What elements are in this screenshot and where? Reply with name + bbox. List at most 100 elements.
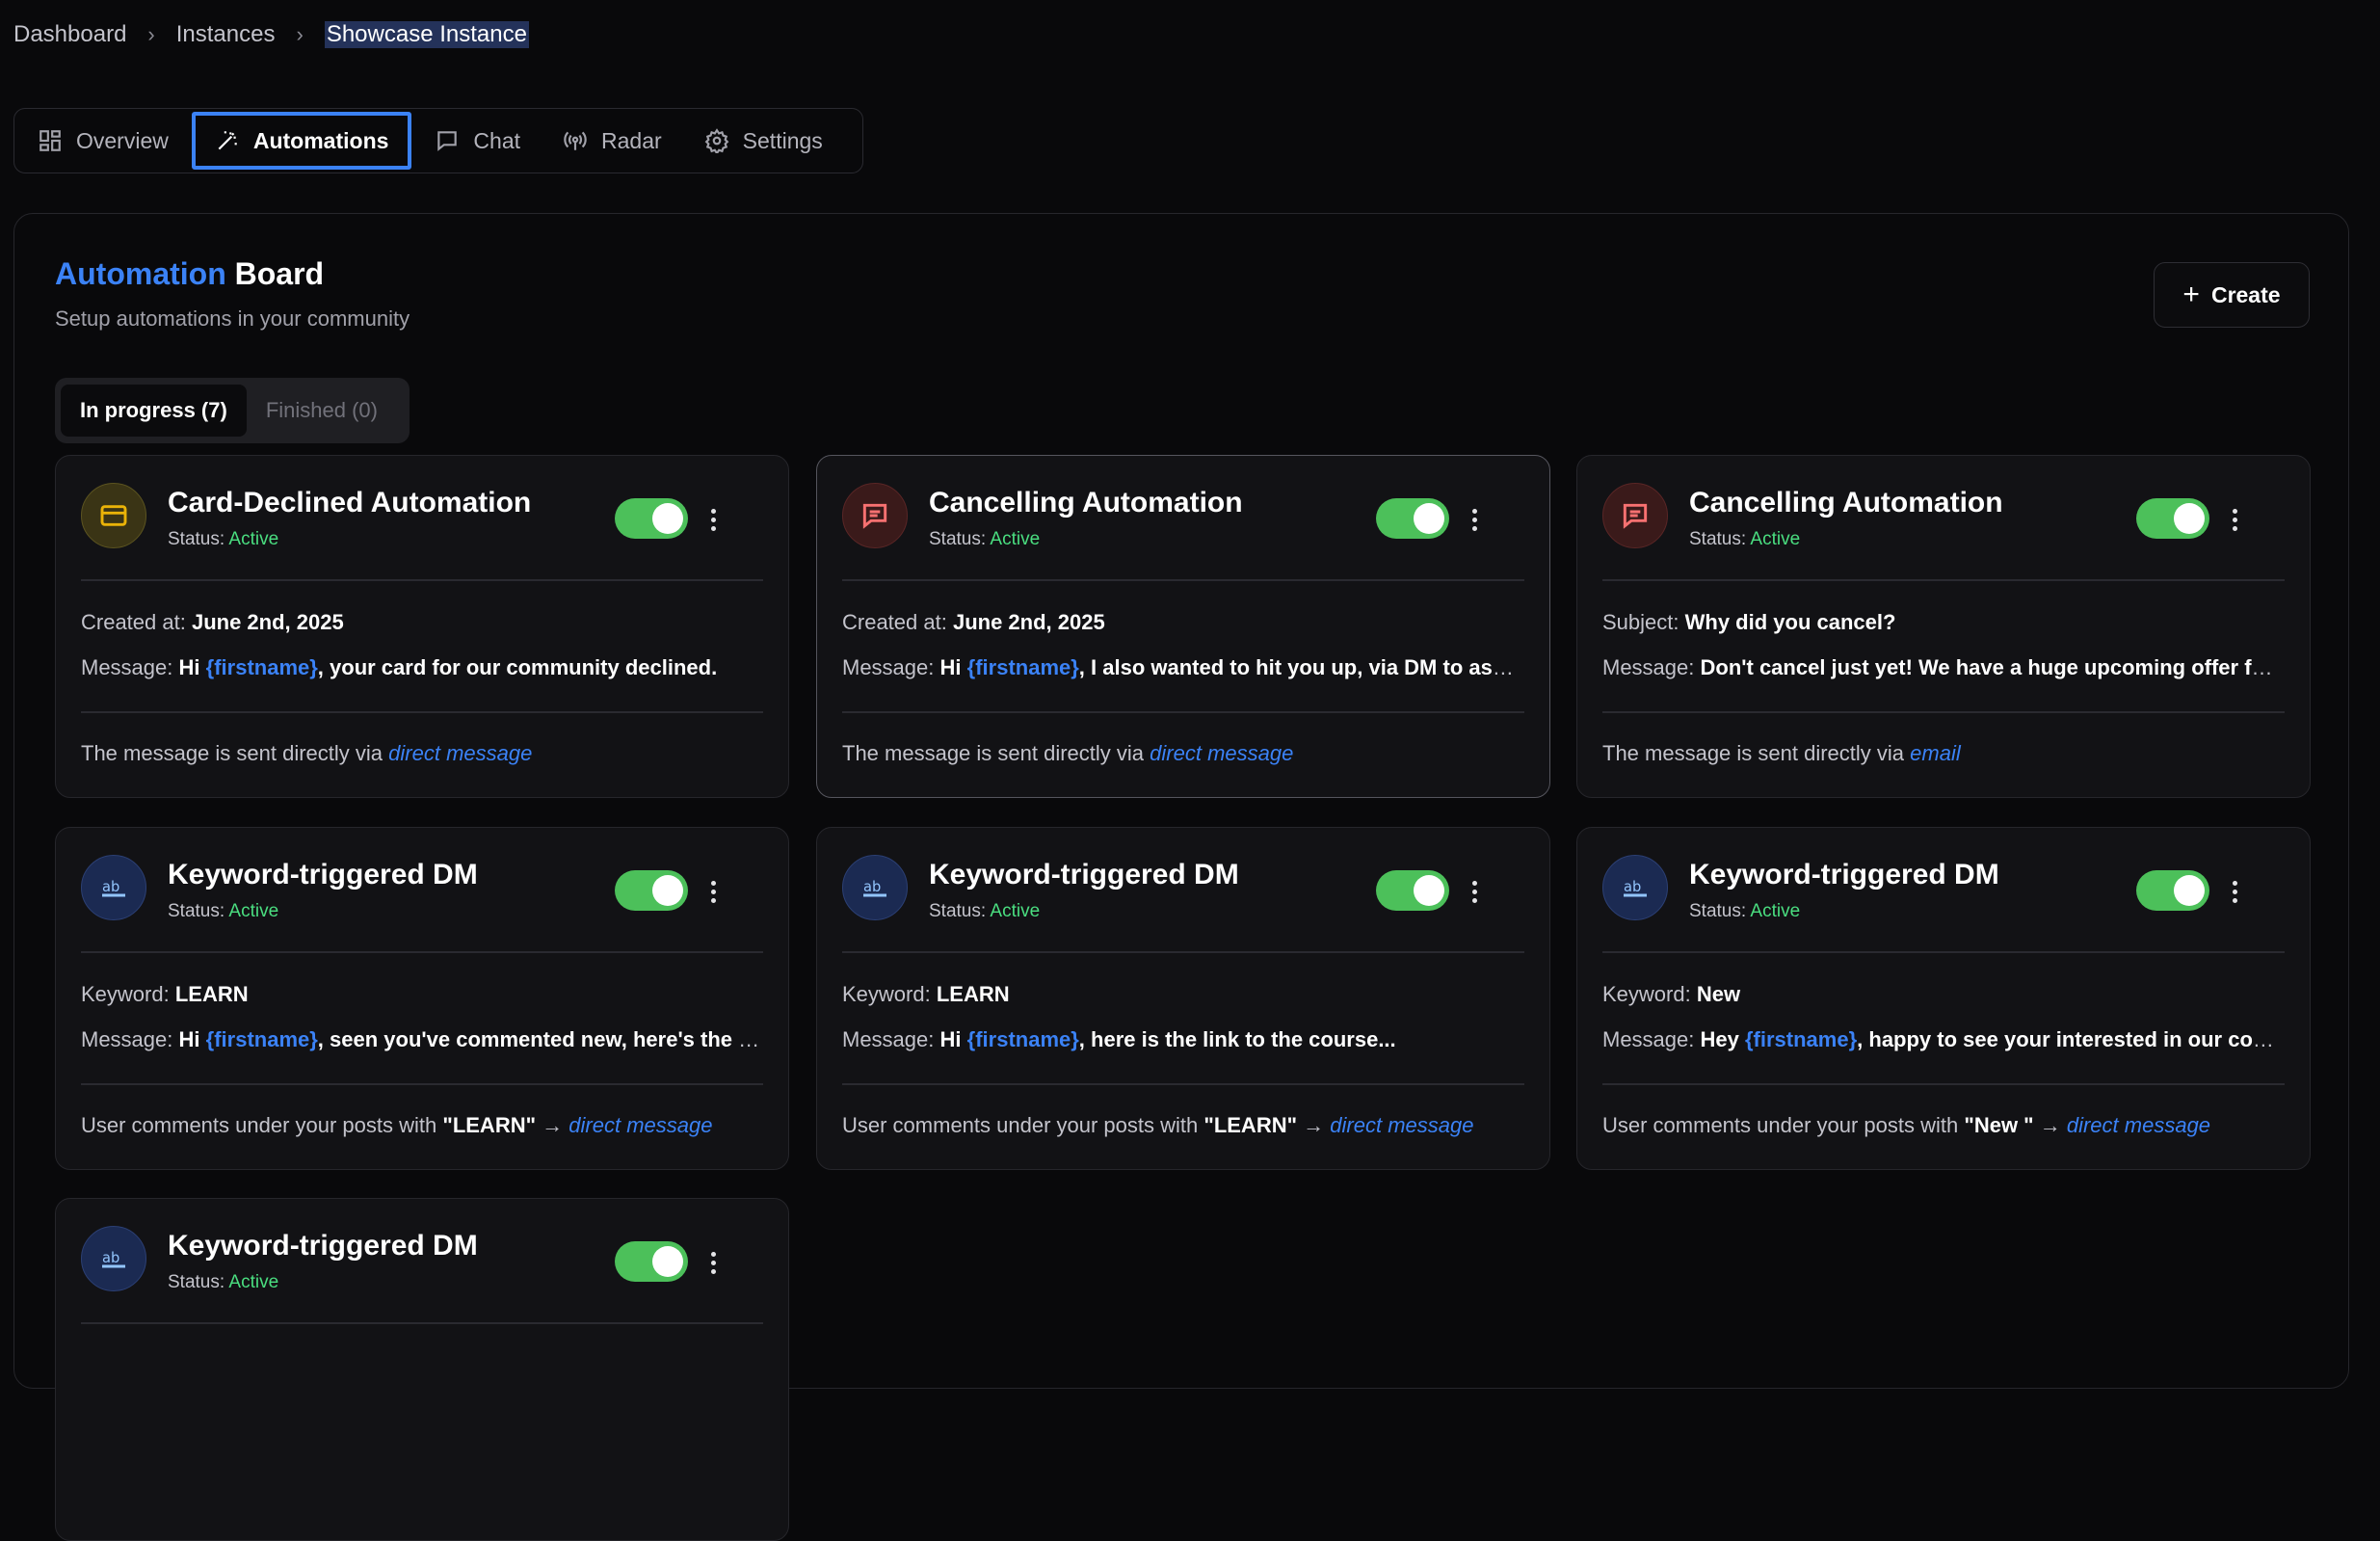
automation-card[interactable]: Cancelling Automation Status: Active Sub…	[1576, 455, 2311, 798]
tab-overview[interactable]: Overview	[18, 112, 188, 170]
more-vertical-icon[interactable]	[703, 872, 723, 911]
svg-text:ab: ab	[1624, 879, 1641, 895]
card-detail-row: Keyword: LEARN	[81, 982, 249, 1006]
page-subtitle: Setup automations in your community	[55, 306, 410, 331]
more-vertical-icon[interactable]	[703, 500, 723, 539]
more-vertical-icon[interactable]	[2225, 500, 2244, 539]
card-message-row: Message: Hi {firstname}, your card for o…	[81, 655, 718, 679]
card-status: Status: Active	[929, 901, 1041, 921]
automation-card[interactable]: Cancelling Automation Status: Active Cre…	[816, 455, 1550, 798]
card-footer: User comments under your posts with "LEA…	[81, 1113, 713, 1137]
delivery-channel: direct message	[1150, 741, 1294, 765]
card-message-row: Message: Hey {firstname}, happy to see y…	[1602, 1027, 2285, 1051]
message-square-icon	[1602, 483, 1668, 548]
card-detail-row: Created at: June 2nd, 2025	[81, 610, 344, 634]
active-toggle[interactable]	[1376, 870, 1449, 911]
card-title: Card-Declined Automation	[168, 487, 532, 518]
card-footer: User comments under your posts with "LEA…	[842, 1113, 1474, 1137]
breadcrumb-current: Showcase Instance	[324, 21, 529, 48]
active-toggle[interactable]	[2136, 498, 2209, 539]
card-message-row: Message: Hi {firstname}, here is the lin…	[842, 1027, 1396, 1051]
title-accent: Automation	[55, 256, 226, 291]
breadcrumb: Dashboard › Instances › Showcase Instanc…	[13, 21, 529, 48]
card-detail-row: Keyword: New	[1602, 982, 1741, 1006]
text-ab-icon: ab	[81, 1226, 146, 1291]
card-message-row: Message: Hi {firstname}, I also wanted t…	[842, 655, 1524, 679]
status-filter: In progress (7) Finished (0)	[55, 378, 410, 443]
card-status: Status: Active	[168, 901, 279, 921]
tab-label: Settings	[742, 127, 823, 153]
tab-chat[interactable]: Chat	[415, 112, 540, 170]
tab-label: Automations	[252, 127, 389, 153]
card-detail-row: Subject: Why did you cancel?	[1602, 610, 1896, 634]
card-footer: The message is sent directly via direct …	[81, 741, 533, 765]
automation-card[interactable]: ab Keyword-triggered DM Status: Active K…	[1576, 827, 2311, 1170]
grid-icon	[40, 130, 61, 151]
automation-card[interactable]: ab Keyword-triggered DM Status: Active K…	[55, 827, 789, 1170]
more-vertical-icon[interactable]	[1465, 872, 1484, 911]
card-detail-row: Keyword: LEARN	[842, 982, 1010, 1006]
chevron-right-icon: ›	[147, 22, 155, 46]
status-badge: Active	[1750, 529, 1801, 549]
card-detail-row: Created at: June 2nd, 2025	[842, 610, 1105, 634]
svg-text:ab: ab	[102, 1250, 119, 1266]
active-toggle[interactable]	[1376, 498, 1449, 539]
filter-in-progress[interactable]: In progress (7)	[61, 385, 247, 437]
automation-card[interactable]: Card-Declined Automation Status: Active …	[55, 455, 789, 798]
delivery-channel: direct message	[1330, 1113, 1474, 1137]
card-status: Status: Active	[1689, 529, 1801, 549]
breadcrumb-dashboard[interactable]: Dashboard	[13, 21, 126, 48]
active-toggle[interactable]	[2136, 870, 2209, 911]
filter-finished[interactable]: Finished (0)	[247, 385, 397, 437]
more-vertical-icon[interactable]	[703, 1243, 723, 1282]
status-badge: Active	[990, 529, 1041, 549]
instance-tabs: Overview Automations Chat Radar Settings	[13, 108, 863, 173]
tab-label: Chat	[473, 127, 521, 153]
delivery-channel: direct message	[569, 1113, 713, 1137]
card-status: Status: Active	[929, 529, 1041, 549]
status-badge: Active	[990, 901, 1041, 921]
create-button[interactable]: + Create	[2154, 262, 2310, 328]
delivery-channel: email	[1910, 741, 1961, 765]
automation-card[interactable]: ab Keyword-triggered DM Status: Active K…	[816, 827, 1550, 1170]
active-toggle[interactable]	[615, 1241, 688, 1282]
active-toggle[interactable]	[615, 870, 688, 911]
status-badge: Active	[228, 1272, 279, 1292]
status-badge: Active	[1750, 901, 1801, 921]
text-ab-icon: ab	[1602, 855, 1668, 920]
breadcrumb-instances[interactable]: Instances	[176, 21, 276, 48]
card-title: Cancelling Automation	[929, 487, 1243, 518]
card-status: Status: Active	[168, 1272, 279, 1292]
card-title: Keyword-triggered DM	[929, 859, 1239, 890]
card-title: Cancelling Automation	[1689, 487, 2003, 518]
message-square-icon	[842, 483, 908, 548]
text-ab-icon: ab	[842, 855, 908, 920]
tab-radar[interactable]: Radar	[543, 112, 681, 170]
chat-icon	[437, 131, 458, 151]
card-footer: User comments under your posts with "New…	[1602, 1113, 2211, 1137]
more-vertical-icon[interactable]	[1465, 500, 1484, 539]
card-footer: The message is sent directly via email	[1602, 741, 1961, 765]
radar-icon	[564, 131, 587, 150]
automation-card[interactable]: ab Keyword-triggered DM Status: Active	[55, 1198, 789, 1541]
tab-settings[interactable]: Settings	[685, 112, 842, 170]
card-message-row: Message: Don't cancel just yet! We have …	[1602, 655, 2285, 679]
create-label: Create	[2210, 281, 2281, 307]
card-footer: The message is sent directly via direct …	[842, 741, 1294, 765]
status-badge: Active	[228, 901, 279, 921]
delivery-channel: direct message	[2066, 1113, 2211, 1137]
page-title: Automation Board	[55, 256, 324, 292]
gear-icon	[704, 128, 729, 153]
tab-automations[interactable]: Automations	[191, 112, 412, 170]
automation-board: Automation Board Setup automations in yo…	[13, 213, 2349, 1541]
more-vertical-icon[interactable]	[2225, 872, 2244, 911]
text-ab-icon: ab	[81, 855, 146, 920]
card-status: Status: Active	[1689, 901, 1801, 921]
chevron-right-icon: ›	[296, 22, 304, 46]
card-message-row: Message: Hi {firstname}, seen you've com…	[81, 1027, 763, 1051]
card-title: Keyword-triggered DM	[168, 859, 478, 890]
tab-label: Overview	[76, 127, 169, 153]
active-toggle[interactable]	[615, 498, 688, 539]
delivery-channel: direct message	[388, 741, 533, 765]
card-status: Status: Active	[168, 529, 279, 549]
